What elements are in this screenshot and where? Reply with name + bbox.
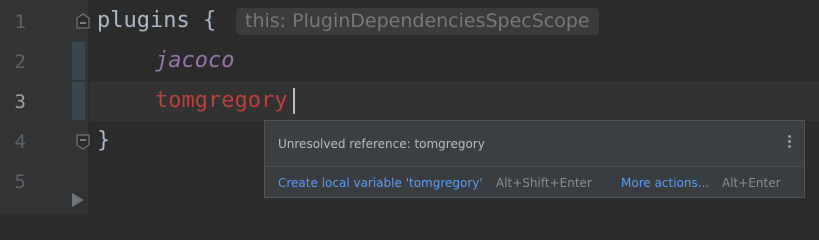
line-number-2: 2	[14, 51, 26, 73]
line-number-5: 5	[14, 171, 26, 193]
more-vertical-icon[interactable]	[784, 134, 794, 152]
vcs-change-marker[interactable]	[72, 82, 85, 120]
create-variable-shortcut: Alt+Shift+Enter	[496, 176, 592, 190]
create-local-variable-link[interactable]: Create local variable 'tomgregory'	[278, 176, 483, 190]
fold-end-icon[interactable]	[76, 134, 90, 150]
code-line-3[interactable]: tomgregory	[155, 81, 287, 121]
code-editor[interactable]: 1 2 3 4 5 plugins { this: PluginDependen…	[0, 0, 819, 214]
line-number-4: 4	[14, 131, 26, 153]
expand-arrow-icon[interactable]	[72, 193, 84, 207]
error-tooltip-popup: Unresolved reference: tomgregory Create …	[264, 120, 805, 198]
vcs-change-marker[interactable]	[72, 42, 85, 80]
text-caret	[293, 88, 295, 114]
error-message: Unresolved reference: tomgregory	[278, 137, 485, 151]
code-line-1[interactable]: plugins {	[97, 1, 216, 41]
close-brace: }	[97, 128, 111, 153]
inlay-type-hint: this: PluginDependenciesSpecScope	[236, 8, 599, 35]
unresolved-identifier: tomgregory	[155, 88, 288, 113]
more-actions-link[interactable]: More actions...	[621, 176, 709, 190]
code-line-4[interactable]: }	[97, 121, 110, 161]
open-brace: {	[189, 8, 217, 33]
jacoco-identifier: jacoco	[155, 48, 235, 73]
fold-start-icon[interactable]	[76, 13, 90, 29]
line-number-1: 1	[14, 11, 26, 33]
more-actions-shortcut: Alt+Enter	[722, 176, 781, 190]
code-line-2[interactable]: jacoco	[155, 41, 234, 81]
plugins-keyword: plugins	[97, 8, 190, 33]
line-number-3: 3	[14, 91, 26, 113]
quick-fix-bar: Create local variable 'tomgregory' Alt+S…	[265, 167, 804, 197]
